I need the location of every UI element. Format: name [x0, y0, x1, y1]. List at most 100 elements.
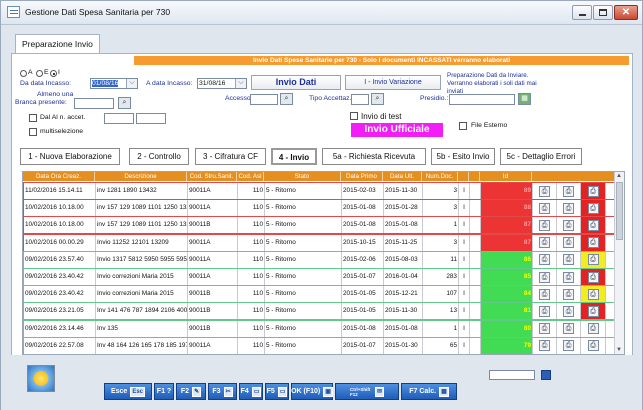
document-button[interactable]: ⎙: [557, 234, 581, 251]
document-button[interactable]: ⎙: [557, 303, 581, 320]
col-descrizione[interactable]: Descrizione: [95, 172, 187, 181]
document-button[interactable]: ⎙: [581, 337, 606, 354]
search-icon[interactable]: ⌕: [280, 93, 293, 105]
col-data-ora[interactable]: Data Ora Creaz.: [23, 172, 95, 181]
radio-e[interactable]: [36, 70, 43, 77]
dal-al-checkbox[interactable]: [29, 114, 37, 122]
maximize-button[interactable]: [593, 5, 613, 20]
vertical-scrollbar[interactable]: ▲ ▼: [614, 172, 624, 354]
scroll-thumb[interactable]: [616, 182, 623, 240]
table-row[interactable]: 09/02/2016 22.57.08 Inv 48 164 126 165 17…: [23, 336, 615, 354]
grid-icon[interactable]: ▦: [518, 93, 531, 105]
invio-variazione-button[interactable]: I - Invio Variazione: [345, 75, 441, 90]
col-cod-asl[interactable]: Cod. Asl: [237, 172, 264, 181]
radio-i[interactable]: [50, 70, 57, 77]
toolbar-button-8[interactable]: F7 Calc. ▦: [401, 383, 457, 400]
toolbar-button-4[interactable]: F4 ▭: [239, 383, 263, 400]
toolbar-button-0[interactable]: Esce Esc: [104, 383, 152, 400]
toolbar-button-7[interactable]: Ctrl+Shift F12 ✉: [335, 383, 399, 400]
chevron-down-icon[interactable]: ⌵: [126, 79, 137, 88]
step-richiesta-ricevuta[interactable]: 5a - Richiesta Ricevuta: [322, 148, 426, 165]
step-controllo[interactable]: 2 - Controllo: [129, 148, 189, 165]
tab-preparazione-invio[interactable]: Preparazione Invio: [15, 34, 100, 54]
step-nuova-elaborazione[interactable]: 1 - Nuova Elaborazione: [20, 148, 120, 165]
table-row[interactable]: 10/02/2016 10.18.00 inv 157 129 1089 1101…: [23, 216, 615, 235]
close-button[interactable]: ✕: [614, 5, 638, 20]
document-button[interactable]: ⎙: [533, 269, 557, 285]
document-button[interactable]: ⎙: [533, 286, 557, 303]
invio-ufficiale-badge[interactable]: Invio Ufficiale: [351, 123, 443, 137]
branca-field[interactable]: [74, 98, 114, 109]
search-icon[interactable]: ⌕: [118, 97, 131, 109]
document-button[interactable]: ⎙: [581, 303, 606, 320]
document-button[interactable]: ⎙: [581, 217, 606, 234]
toolbar-button-5[interactable]: F5 ▭: [265, 383, 289, 400]
toolbar-button-1[interactable]: F1 ?: [154, 383, 174, 400]
document-button[interactable]: ⎙: [533, 200, 557, 217]
multiselezione-checkbox[interactable]: [29, 128, 37, 136]
small-field[interactable]: [489, 370, 535, 380]
col-num-doc[interactable]: Num.Doc.: [422, 172, 458, 181]
table-row[interactable]: 11/02/2016 15.14.11 inv 1281 1890 13432 90…: [23, 182, 615, 200]
step-esito-invio[interactable]: 5b - Esito Invio: [431, 148, 495, 165]
col-stato[interactable]: Stato: [264, 172, 341, 181]
table-row[interactable]: 09/02/2016 23.40.42 Invio correzioni Mari…: [23, 285, 615, 304]
scroll-down-icon[interactable]: ▼: [616, 347, 622, 353]
document-button[interactable]: ⎙: [533, 217, 557, 234]
document-button[interactable]: ⎙: [533, 251, 557, 268]
a-data-field[interactable]: 31/08/16 ⌵: [197, 78, 247, 89]
document-button[interactable]: ⎙: [581, 183, 606, 199]
invio-dati-button[interactable]: Invio Dati: [251, 75, 341, 90]
table-row[interactable]: 09/02/2016 23.14.46 Inv 135 90011B 110 5 - R…: [23, 319, 615, 338]
col-flag[interactable]: [458, 172, 469, 181]
document-button[interactable]: ⎙: [557, 320, 581, 337]
document-button[interactable]: ⎙: [581, 269, 606, 285]
table-row[interactable]: 10/02/2016 00.00.29 Invio 11252 12101 132…: [23, 233, 615, 252]
invio-test-checkbox[interactable]: [350, 112, 358, 120]
al-field[interactable]: [136, 113, 166, 124]
document-button[interactable]: ⎙: [581, 320, 606, 337]
small-button[interactable]: [541, 370, 551, 380]
tipo-accettaz-field[interactable]: [351, 94, 369, 105]
document-button[interactable]: ⎙: [581, 251, 606, 268]
table-row[interactable]: 09/02/2016 23.57.40 Invio 1317 5812 5950 …: [23, 250, 615, 269]
col-data-ult[interactable]: Data Ult.: [383, 172, 422, 181]
document-button[interactable]: ⎙: [533, 183, 557, 199]
document-button[interactable]: ⎙: [557, 269, 581, 285]
search-icon[interactable]: ⌕: [371, 93, 384, 105]
document-button[interactable]: ⎙: [557, 200, 581, 217]
document-button[interactable]: ⎙: [533, 303, 557, 320]
document-button[interactable]: ⎙: [557, 251, 581, 268]
presidio-field[interactable]: [449, 94, 515, 105]
step-dettaglio-errori[interactable]: 5c - Dettaglio Errori: [500, 148, 582, 165]
table-row[interactable]: 09/02/2016 23.40.42 Invio correzioni Mari…: [23, 268, 615, 286]
dal-field[interactable]: [104, 113, 134, 124]
document-button[interactable]: ⎙: [581, 200, 606, 217]
col-data-primo[interactable]: Data Primo: [341, 172, 383, 181]
table-row[interactable]: 10/02/2016 10.18.00 inv 157 129 1089 1101…: [23, 199, 615, 218]
document-button[interactable]: ⎙: [581, 234, 606, 251]
document-button[interactable]: ⎙: [557, 183, 581, 199]
step-cifratura-cf[interactable]: 3 - Cifratura CF: [195, 148, 266, 165]
col-id[interactable]: Id: [480, 172, 532, 181]
document-button[interactable]: ⎙: [557, 286, 581, 303]
da-data-field[interactable]: 01/08/16 ⌵: [90, 78, 138, 89]
document-button[interactable]: ⎙: [533, 234, 557, 251]
col-cod-stru[interactable]: Cod. Stru.Sanit.: [187, 172, 237, 181]
document-button[interactable]: ⎙: [581, 286, 606, 303]
toolbar-button-3[interactable]: F3 ✂: [208, 383, 237, 400]
document-button[interactable]: ⎙: [557, 217, 581, 234]
minimize-button[interactable]: [572, 5, 592, 20]
scroll-up-icon[interactable]: ▲: [616, 173, 622, 179]
step-invio[interactable]: 4 - Invio: [271, 148, 317, 165]
toolbar-button-2[interactable]: F2 ✎: [176, 383, 206, 400]
table-row[interactable]: 09/02/2016 23.21.05 Inv 141 476 787 1894 …: [23, 302, 615, 321]
radio-a[interactable]: [20, 70, 27, 77]
file-esterno-checkbox[interactable]: [459, 122, 467, 130]
document-button[interactable]: ⎙: [533, 337, 557, 354]
accesso-field[interactable]: [250, 94, 278, 105]
chevron-down-icon[interactable]: ⌵: [235, 79, 246, 88]
toolbar-button-6[interactable]: OK (F10) ▣: [291, 383, 333, 400]
document-button[interactable]: ⎙: [533, 320, 557, 337]
document-button[interactable]: ⎙: [557, 337, 581, 354]
